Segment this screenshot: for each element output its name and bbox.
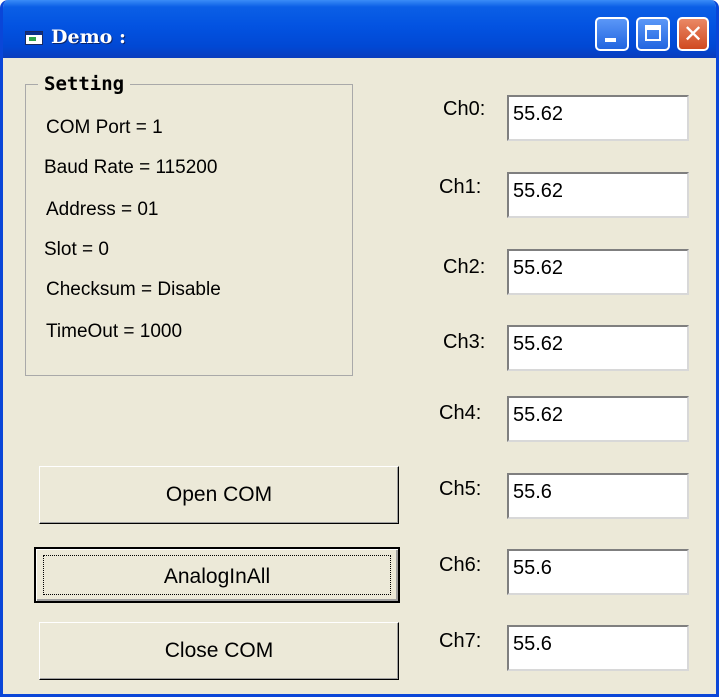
close-com-button[interactable]: Close COM (39, 622, 399, 680)
app-window-icon[interactable] (25, 31, 43, 45)
setting-slot: Slot = 0 (44, 239, 109, 260)
open-com-button[interactable]: Open COM (39, 466, 399, 524)
ch5-label: Ch5: (439, 478, 482, 500)
ch1-label: Ch1: (439, 176, 482, 198)
ch3-label: Ch3: (443, 331, 486, 353)
setting-group-title: Setting (38, 73, 131, 95)
analog-in-all-button[interactable]: AnalogInAll (34, 547, 400, 603)
setting-address: Address = 01 (46, 199, 159, 220)
ch2-label: Ch2: (443, 256, 486, 278)
ch2-field[interactable]: 55.62 (507, 249, 689, 295)
maximize-icon (645, 25, 661, 41)
close-window-button[interactable]: ✕ (677, 17, 709, 51)
minimize-button[interactable] (595, 17, 629, 51)
ch1-field[interactable]: 55.62 (507, 172, 689, 218)
ch3-field[interactable]: 55.62 (507, 325, 689, 371)
close-icon: ✕ (682, 20, 704, 48)
window-title: Demo : (51, 26, 126, 48)
ch6-field[interactable]: 55.6 (507, 549, 689, 595)
setting-groupbox: Setting COM Port = 1 Baud Rate = 115200 … (25, 73, 353, 376)
ch7-field[interactable]: 55.6 (507, 625, 689, 671)
setting-timeout: TimeOut = 1000 (46, 321, 183, 342)
ch5-field[interactable]: 55.6 (507, 473, 689, 519)
ch0-label: Ch0: (443, 98, 486, 120)
setting-checksum: Checksum = Disable (46, 279, 221, 300)
minimize-icon (605, 38, 616, 42)
ch4-label: Ch4: (439, 402, 482, 424)
demo-window: Demo : ✕ Setting COM Port = 1 Baud Rate … (0, 0, 719, 697)
title-bar[interactable]: Demo : ✕ (3, 0, 716, 58)
setting-baud-rate: Baud Rate = 115200 (44, 157, 218, 178)
analog-in-all-label: AnalogInAll (163, 565, 271, 588)
ch4-field[interactable]: 55.62 (507, 396, 689, 442)
maximize-button[interactable] (636, 17, 670, 51)
ch0-field[interactable]: 55.62 (507, 95, 689, 141)
ch6-label: Ch6: (439, 554, 482, 576)
ch7-label: Ch7: (439, 630, 482, 652)
setting-com-port: COM Port = 1 (46, 117, 163, 138)
